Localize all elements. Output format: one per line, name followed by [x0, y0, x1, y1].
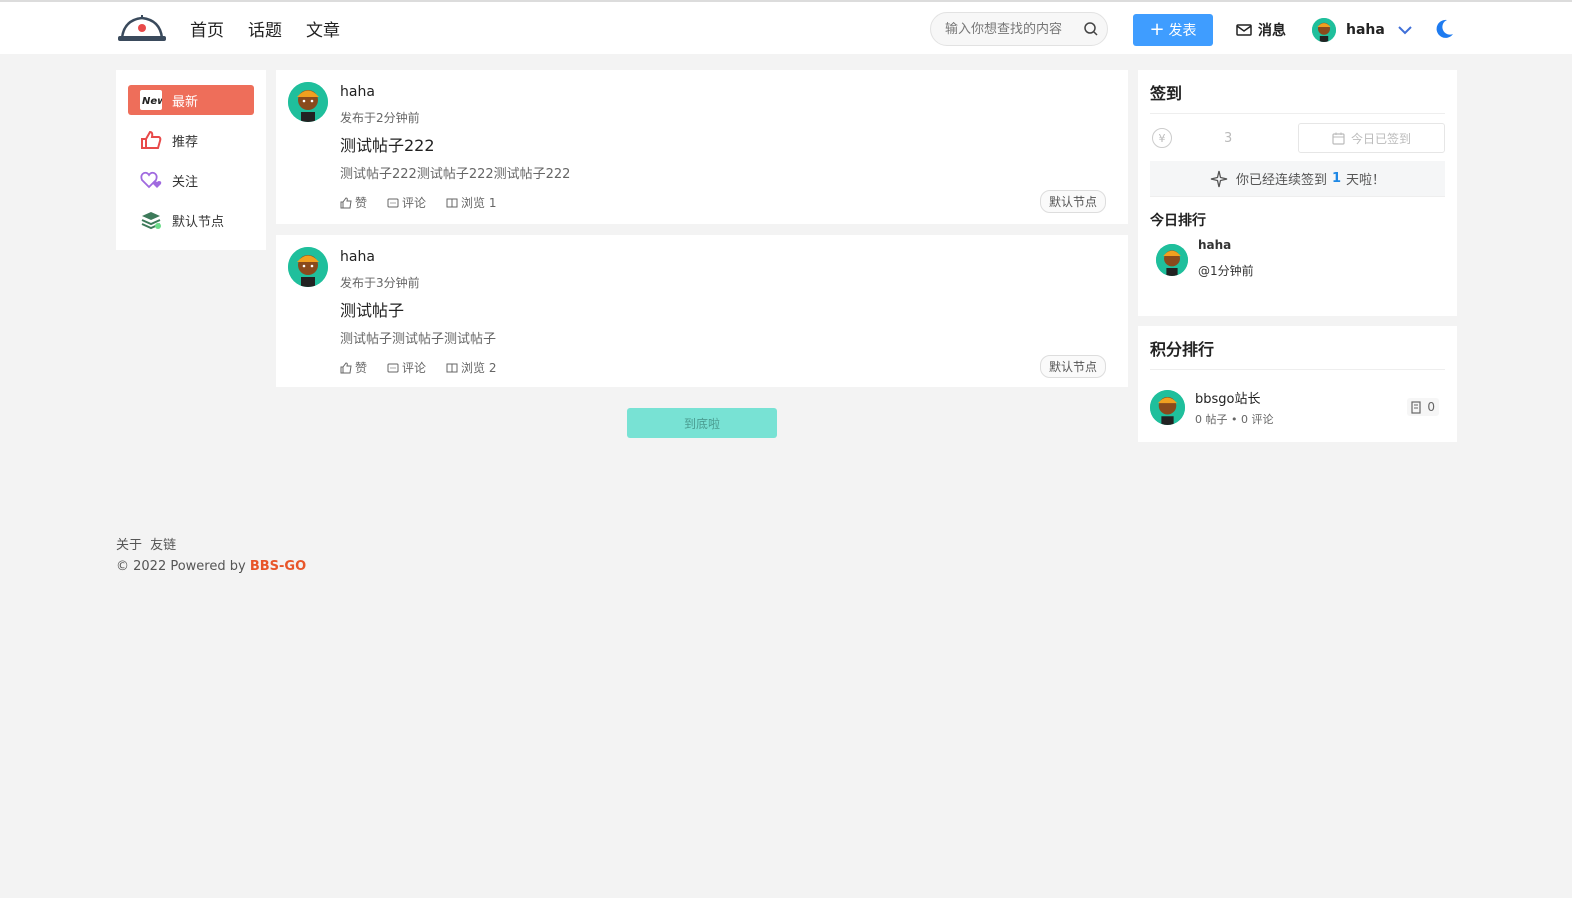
calendar-icon — [1332, 132, 1345, 145]
footer-link-friends[interactable]: 友链 — [150, 538, 176, 553]
signin-title: 签到 — [1150, 80, 1445, 114]
post-time: 发布于2分钟前 — [340, 111, 420, 125]
score-stats: 0 帖子 • 0 评论 — [1195, 413, 1274, 426]
sidebar-item-default-node[interactable]: 默认节点 — [128, 205, 254, 235]
book-icon — [1411, 400, 1421, 414]
score-rank-title: 积分排行 — [1150, 336, 1445, 370]
post-button[interactable]: + 发表 — [1133, 14, 1213, 46]
sidebar-item-label: 关注 — [172, 174, 199, 190]
node-tag[interactable]: 默认节点 — [1039, 355, 1106, 378]
sidebar-item-label: 默认节点 — [172, 214, 225, 230]
like-button[interactable]: 赞 — [340, 359, 367, 376]
messages-link[interactable]: 消息 — [1236, 2, 1286, 58]
nav-topics[interactable]: 话题 — [248, 16, 282, 41]
main-nav: 首页 话题 文章 — [190, 2, 364, 54]
today-rank-item[interactable]: haha @1分钟前 — [1150, 238, 1445, 279]
post-time: 发布于3分钟前 — [340, 276, 420, 290]
score-username[interactable]: bbsgo站长 — [1195, 388, 1273, 407]
post-author[interactable]: haha — [340, 84, 375, 100]
sparkle-icon — [1210, 170, 1228, 187]
nav-articles[interactable]: 文章 — [306, 16, 340, 41]
post-author[interactable]: haha — [340, 249, 375, 265]
footer: 关于 友链 © 2022 Powered by BBS-GO — [116, 534, 306, 574]
rank-username[interactable]: haha — [1198, 238, 1254, 252]
comment-button[interactable]: 评论 — [387, 359, 426, 376]
comment-button[interactable]: 评论 — [387, 194, 426, 211]
score-points: 0 — [1407, 398, 1439, 416]
sidebar-item-latest[interactable]: New 最新 — [128, 85, 254, 115]
post-summary[interactable]: 测试帖子测试帖子测试帖子 — [340, 328, 496, 347]
search-box — [930, 12, 1108, 46]
footer-link-about[interactable]: 关于 — [116, 538, 142, 553]
post-title[interactable]: 测试帖子 — [340, 297, 404, 321]
today-rank-title: 今日排行 — [1150, 213, 1206, 229]
score-rank-panel: 积分排行 bbsgo站长 0 帖子 • 0 评论 0 — [1138, 326, 1457, 442]
sidebar-item-follow[interactable]: 关注 — [128, 165, 254, 195]
new-badge-icon: New — [140, 89, 162, 111]
book-icon — [446, 363, 458, 372]
avatar[interactable] — [288, 247, 328, 287]
score-rank-item[interactable]: bbsgo站长 0 帖子 • 0 评论 0 — [1150, 388, 1445, 427]
streak-prefix: 你已经连续签到 — [1235, 173, 1327, 188]
post-card[interactable]: haha 发布于2分钟前 测试帖子222 测试帖子222测试帖子222测试帖子2… — [276, 70, 1128, 224]
plus-icon: + — [1149, 19, 1165, 40]
signin-count: 3 — [1224, 130, 1233, 146]
avatar[interactable] — [1156, 244, 1188, 276]
post-summary[interactable]: 测试帖子222测试帖子222测试帖子222 — [340, 163, 570, 182]
username: haha — [1346, 22, 1385, 38]
comment-icon — [387, 198, 399, 207]
post-actions: 赞 评论 浏览 2 — [340, 359, 516, 376]
header: 首页 话题 文章 + 发表 消息 haha — [0, 2, 1572, 54]
node-tag[interactable]: 默认节点 — [1039, 190, 1106, 213]
book-icon — [446, 198, 458, 207]
sidebar-item-recommend[interactable]: 推荐 — [128, 125, 254, 155]
signin-row: ¥ 3 今日已签到 — [1150, 123, 1445, 153]
brand-link[interactable]: BBS-GO — [250, 559, 306, 574]
streak-days: 1 — [1331, 171, 1342, 186]
post-title[interactable]: 测试帖子222 — [340, 132, 435, 156]
signed-today-button[interactable]: 今日已签到 — [1298, 123, 1445, 153]
sidebar-item-label: 推荐 — [172, 134, 199, 150]
user-menu[interactable]: haha — [1312, 2, 1413, 58]
avatar[interactable] — [1150, 390, 1185, 425]
sidebar-item-label: 最新 — [172, 94, 199, 110]
svg-text:New: New — [142, 96, 162, 107]
post-actions: 赞 评论 浏览 1 — [340, 194, 516, 211]
footer-links: 关于 友链 — [116, 534, 306, 553]
chevron-down-icon — [1398, 26, 1412, 35]
thumbs-up-icon — [340, 361, 352, 373]
avatar — [1312, 18, 1336, 42]
end-of-list-button[interactable]: 到底啦 — [627, 408, 777, 438]
search-icon[interactable] — [1083, 21, 1099, 37]
views-count: 浏览 1 — [446, 194, 496, 211]
streak-banner: 你已经连续签到 1 天啦！ — [1150, 161, 1445, 197]
comment-icon — [387, 363, 399, 372]
hearts-icon — [140, 169, 162, 191]
left-sidebar: New 最新 推荐 关注 默认节点 — [116, 70, 266, 250]
signed-today-label: 今日已签到 — [1350, 131, 1411, 146]
streak-suffix: 天啦！ — [1346, 173, 1386, 188]
signin-panel: 签到 ¥ 3 今日已签到 你已经连续签到 1 天啦！ 今日排行 haha @1分… — [1138, 70, 1457, 316]
like-button[interactable]: 赞 — [340, 194, 367, 211]
thumbs-up-icon — [340, 196, 352, 208]
site-logo[interactable] — [116, 12, 168, 44]
search-input[interactable] — [945, 21, 1075, 37]
avatar[interactable] — [288, 82, 328, 122]
thumbs-up-icon — [140, 129, 162, 151]
layers-icon — [140, 209, 162, 231]
mail-icon — [1236, 24, 1252, 36]
coin-icon: ¥ — [1152, 128, 1172, 148]
copyright: © 2022 Powered by BBS-GO — [116, 559, 307, 574]
post-button-label: 发表 — [1168, 23, 1197, 39]
messages-label: 消息 — [1258, 23, 1286, 39]
nav-home[interactable]: 首页 — [190, 16, 224, 41]
post-feed: haha 发布于2分钟前 测试帖子222 测试帖子222测试帖子222测试帖子2… — [276, 70, 1128, 398]
rank-time: @1分钟前 — [1198, 264, 1254, 278]
post-card[interactable]: haha 发布于3分钟前 测试帖子 测试帖子测试帖子测试帖子 赞 评论 浏览 2… — [276, 235, 1128, 387]
dark-mode-icon[interactable] — [1432, 17, 1456, 41]
views-count: 浏览 2 — [446, 359, 496, 376]
